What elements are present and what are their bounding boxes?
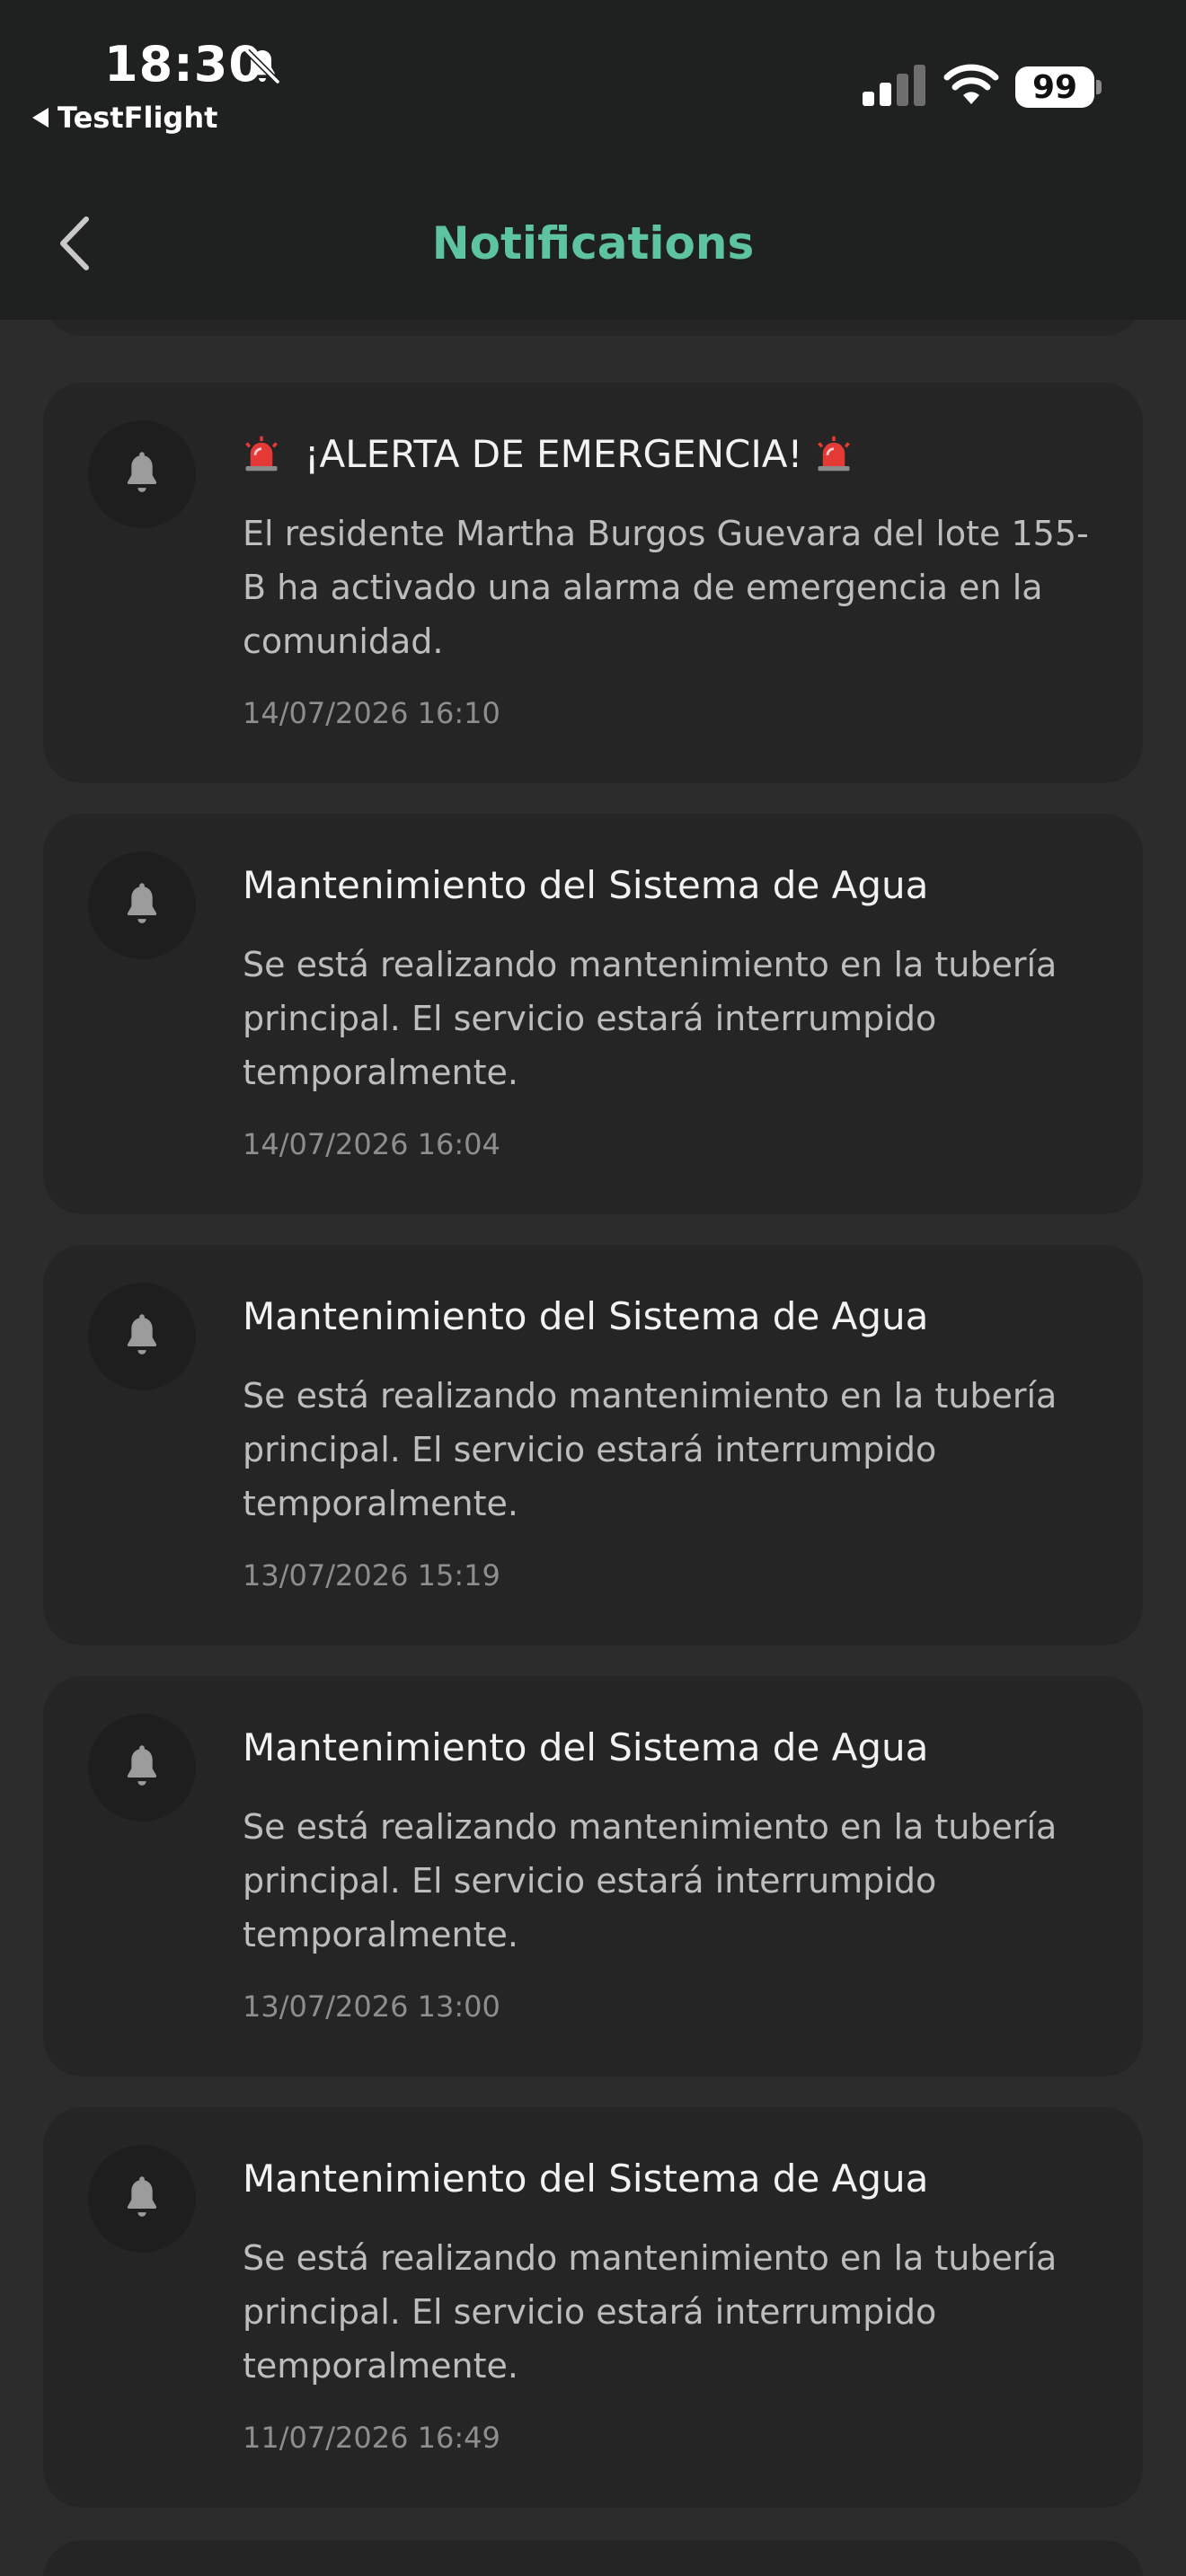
bell-icon — [88, 420, 196, 528]
top-bar: 18:30 TestFlight 99 Notifications — [0, 0, 1186, 320]
notification-body: Se está realizando mantenimiento en la t… — [243, 1376, 1058, 1523]
notification-title-text: ¡ALERTA DE EMERGENCIA! — [304, 432, 803, 476]
notification-title: Mantenimiento del Sistema de Agua — [243, 859, 1107, 913]
notification-date: 13/07/2026 13:00 — [243, 1989, 500, 2024]
notification-date: 13/07/2026 15:19 — [243, 1558, 500, 1592]
notification-date: 11/07/2026 16:49 — [243, 2421, 500, 2455]
bell-icon — [88, 1714, 196, 1822]
notification-title: Mantenimiento del Sistema de Agua — [243, 1721, 1107, 1775]
battery-nub — [1096, 80, 1102, 94]
notification-body: El residente Martha Burgos Guevara del l… — [243, 514, 1089, 661]
back-app-label: TestFlight — [58, 101, 218, 135]
notification-body: Se está realizando mantenimiento en la t… — [243, 1807, 1058, 1954]
notification-title-text: Mantenimiento del Sistema de Agua — [243, 863, 929, 907]
rotating-light-right-icon — [817, 436, 850, 472]
bell-icon — [88, 1283, 196, 1390]
notifications-list[interactable]: ¡ALERTA DE EMERGENCIA! El residente Mart… — [0, 320, 1186, 2576]
page-title: Notifications — [431, 217, 755, 269]
notification-card[interactable]: Mantenimiento del Sistema de Agua Se está… — [43, 2107, 1143, 2508]
notification-body: Se está realizando mantenimiento en la t… — [243, 2238, 1058, 2386]
notification-body: Se está realizando mantenimiento en la t… — [243, 945, 1058, 1092]
notification-title-text: Mantenimiento del Sistema de Agua — [243, 1725, 929, 1769]
notification-title: Mantenimiento del Sistema de Agua — [243, 2152, 1107, 2206]
rotating-light-left-icon — [245, 436, 278, 472]
notification-card[interactable]: ¡ALERTA DE EMERGENCIA! El residente Mart… — [43, 383, 1143, 783]
notification-card[interactable]: Mantenimiento del Sistema de Agua Se está… — [43, 1676, 1143, 2077]
notification-title: ¡ALERTA DE EMERGENCIA! — [243, 428, 1107, 481]
notification-date: 14/07/2026 16:10 — [243, 696, 500, 730]
cellular-signal-icon — [863, 65, 925, 106]
notification-title-text: Mantenimiento del Sistema de Agua — [243, 2157, 929, 2201]
notification-card[interactable]: Mantenimiento del Sistema de Agua Se está… — [43, 1245, 1143, 1645]
notification-card[interactable]: Mantenimiento del Sistema de Agua Se está… — [43, 814, 1143, 1214]
notification-date: 14/07/2026 16:04 — [243, 1127, 500, 1161]
back-to-app-link[interactable]: TestFlight — [32, 101, 217, 135]
notification-title: Mantenimiento del Sistema de Agua — [243, 1290, 1107, 1344]
bell-slash-icon — [244, 49, 280, 84]
status-time: 18:30 — [104, 36, 263, 93]
notifications-screen: 18:30 TestFlight 99 Notifications ¡ALERT… — [0, 0, 1186, 2576]
notification-title-text: Mantenimiento del Sistema de Agua — [243, 1294, 929, 1338]
wifi-icon — [943, 64, 999, 104]
bell-icon — [88, 2145, 196, 2253]
notification-card-partial[interactable] — [43, 2540, 1143, 2576]
bell-icon — [88, 851, 196, 959]
battery-indicator: 99 — [1015, 66, 1102, 108]
back-triangle-icon — [32, 108, 49, 128]
notification-card-partial[interactable] — [43, 320, 1143, 336]
battery-level: 99 — [1015, 66, 1094, 108]
